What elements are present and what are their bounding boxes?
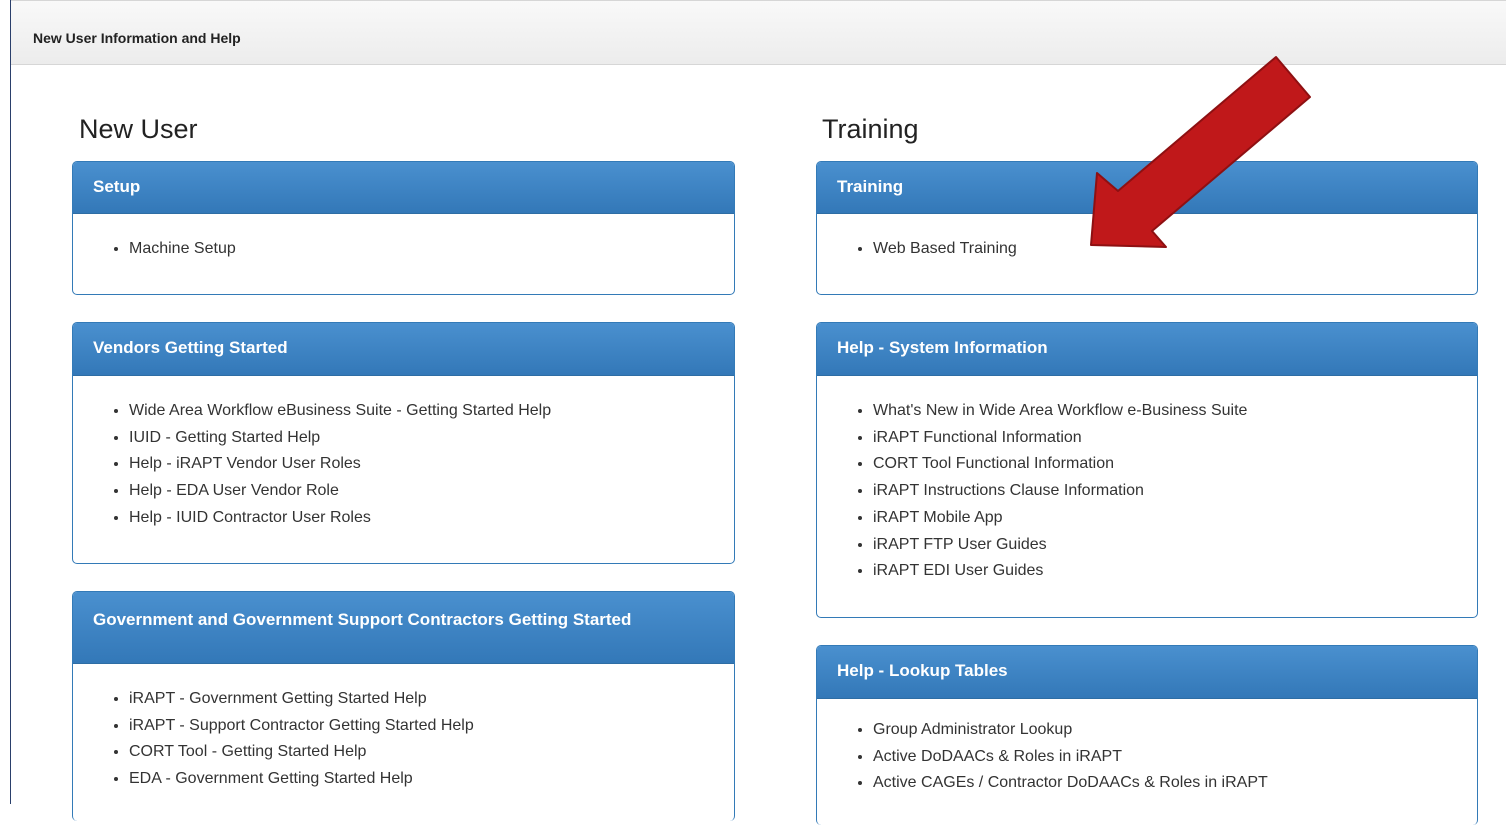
government-panel-body: iRAPT - Government Getting Started Help … [73,664,734,793]
vendors-panel: Vendors Getting Started Wide Area Workfl… [72,322,735,564]
lookup-panel-body: Group Administrator Lookup Active DoDAAC… [817,699,1477,797]
system-info-panel-body: What's New in Wide Area Workflow e-Busin… [817,376,1477,585]
government-panel-title: Government and Government Support Contra… [73,592,734,664]
link-active-cages[interactable]: Active CAGEs / Contractor DoDAACs & Role… [873,770,1477,797]
link-irapt-gov-getting-started[interactable]: iRAPT - Government Getting Started Help [129,686,734,713]
link-active-dodaacs[interactable]: Active DoDAACs & Roles in iRAPT [873,744,1477,771]
system-info-panel-title: Help - System Information [817,323,1477,376]
government-panel: Government and Government Support Contra… [72,591,735,821]
link-eda-gov-getting-started[interactable]: EDA - Government Getting Started Help [129,766,734,793]
training-heading: Training [822,114,919,144]
government-list: iRAPT - Government Getting Started Help … [73,686,734,793]
link-machine-setup[interactable]: Machine Setup [129,236,734,263]
lookup-panel: Help - Lookup Tables Group Administrator… [816,645,1478,825]
lookup-panel-title: Help - Lookup Tables [817,646,1477,699]
link-iuid-getting-started[interactable]: IUID - Getting Started Help [129,425,734,452]
page-header-title: New User Information and Help [33,30,241,46]
link-irapt-functional[interactable]: iRAPT Functional Information [873,425,1477,452]
link-whats-new[interactable]: What's New in Wide Area Workflow e-Busin… [873,398,1477,425]
vendors-panel-title: Vendors Getting Started [73,323,734,376]
link-waw-getting-started[interactable]: Wide Area Workflow eBusiness Suite - Get… [129,398,734,425]
red-arrow-icon [1090,56,1311,248]
setup-panel-title: Setup [73,162,734,214]
link-group-admin-lookup[interactable]: Group Administrator Lookup [873,717,1477,744]
link-irapt-ftp-guides[interactable]: iRAPT FTP User Guides [873,532,1477,559]
lookup-list: Group Administrator Lookup Active DoDAAC… [817,717,1477,797]
setup-panel: Setup Machine Setup [72,161,735,295]
link-irapt-support-contractor[interactable]: iRAPT - Support Contractor Getting Start… [129,713,734,740]
vendors-list: Wide Area Workflow eBusiness Suite - Get… [73,398,734,532]
new-user-heading: New User [79,114,198,144]
link-cort-functional[interactable]: CORT Tool Functional Information [873,451,1477,478]
system-info-panel: Help - System Information What's New in … [816,322,1478,618]
setup-panel-body: Machine Setup [73,214,734,263]
link-irapt-vendor-roles[interactable]: Help - iRAPT Vendor User Roles [129,451,734,478]
link-irapt-clause[interactable]: iRAPT Instructions Clause Information [873,478,1477,505]
vendors-panel-body: Wide Area Workflow eBusiness Suite - Get… [73,376,734,532]
link-irapt-mobile-app[interactable]: iRAPT Mobile App [873,505,1477,532]
system-info-list: What's New in Wide Area Workflow e-Busin… [817,398,1477,585]
link-eda-vendor-role[interactable]: Help - EDA User Vendor Role [129,478,734,505]
link-iuid-contractor-roles[interactable]: Help - IUID Contractor User Roles [129,505,734,532]
link-irapt-edi-guides[interactable]: iRAPT EDI User Guides [873,558,1477,585]
link-cort-getting-started[interactable]: CORT Tool - Getting Started Help [129,739,734,766]
setup-list: Machine Setup [73,236,734,263]
